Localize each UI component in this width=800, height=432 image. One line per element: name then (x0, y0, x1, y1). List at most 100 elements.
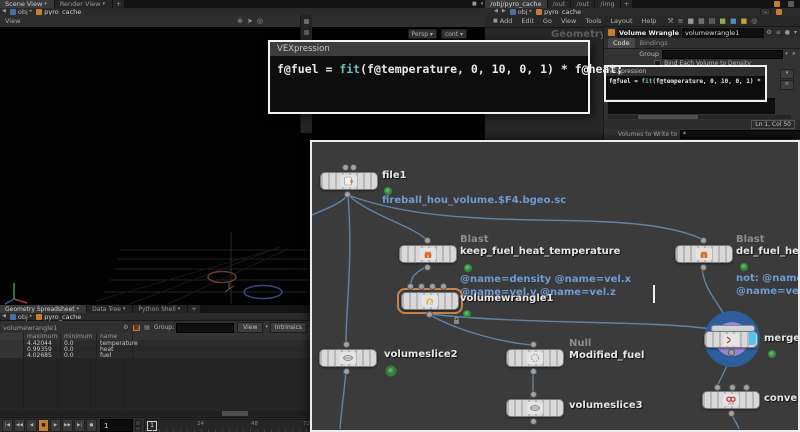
node-input-dot[interactable] (350, 164, 357, 171)
group-input[interactable] (662, 50, 783, 59)
node-file1[interactable] (320, 172, 378, 190)
node-modified-fuel[interactable] (506, 349, 564, 367)
tools-icon[interactable]: ⚒ (667, 18, 673, 25)
prims-mode-icon[interactable]: ▦ (133, 325, 141, 331)
timeline-ruler[interactable]: 1 24 48 72 (144, 419, 309, 432)
table-row[interactable]: 4.02685 0.0 fuel (0, 352, 310, 358)
network-editor-callout[interactable]: file1 fireball_hou_volume.$F4.bgeo.sc Bl… (310, 140, 800, 432)
persp-menu[interactable]: Persp ▾ (408, 29, 437, 39)
prev-frame-button[interactable]: ◀ (26, 419, 37, 432)
gear-icon[interactable]: ⚙ (766, 30, 771, 36)
pick-arrow-icon[interactable]: ➤ (792, 52, 796, 57)
node-info-badge[interactable] (740, 263, 748, 271)
merge-bypass-flag[interactable] (749, 332, 756, 345)
volumes-input[interactable]: * (680, 130, 800, 139)
stop-button[interactable]: ■ (38, 419, 49, 432)
node-blast-keep[interactable] (399, 245, 457, 263)
menu-help[interactable]: Help (642, 17, 657, 25)
tab-python-shell[interactable]: Python Shell▾ (133, 305, 188, 313)
col-minimum[interactable]: minimum (61, 333, 97, 340)
node-convert[interactable]: VDB (702, 391, 760, 409)
node-output-dot[interactable] (530, 368, 537, 375)
list-icon[interactable]: ≡ (678, 18, 684, 25)
tab-bindings[interactable]: Bindings (635, 38, 673, 48)
chevron-down-icon[interactable]: ▾ (44, 2, 47, 7)
vexpression-editor[interactable]: f@fuel = fit(f@temperature, 0, 10, 0, 1)… (606, 76, 765, 99)
tab-img[interactable]: /img (595, 0, 620, 8)
snap-tool-icon[interactable]: ◎ (257, 18, 263, 25)
new-tab-button[interactable]: + (113, 0, 125, 8)
node-blast-del[interactable] (675, 245, 733, 263)
group-filter-input[interactable] (176, 323, 234, 333)
col-maximum[interactable]: maximum (24, 333, 61, 340)
view-dropdown[interactable]: View (237, 322, 263, 333)
menu-edit[interactable]: Edit (521, 17, 534, 25)
move-tool-icon[interactable]: ⊕ (237, 18, 243, 25)
node-input-dot[interactable] (530, 341, 537, 348)
editor-expand-icon[interactable]: ▾ (780, 69, 794, 79)
node-output-dot[interactable] (728, 349, 735, 356)
color-swatch2-icon[interactable]: ■ (730, 18, 737, 25)
table-hscrollbar[interactable] (0, 411, 310, 416)
node-output-dot[interactable] (700, 264, 707, 271)
node-output-dot[interactable] (530, 418, 537, 425)
chevron-down-icon[interactable]: ▾ (794, 30, 797, 36)
search-icon[interactable]: ◎ (751, 18, 757, 25)
pin-icon[interactable]: ● (785, 30, 790, 36)
node-input-dot[interactable] (342, 164, 349, 171)
window-layout-icon[interactable] (774, 1, 780, 7)
node-output-dot[interactable] (728, 410, 735, 417)
list-icon[interactable]: ≡ (776, 30, 781, 36)
cont-menu[interactable]: cont ▾ (441, 29, 467, 39)
color-swatch-icon[interactable]: ■ (719, 18, 726, 25)
node-output-dot[interactable] (426, 311, 433, 318)
pane-icon[interactable]: ■ (493, 19, 498, 24)
node-info-badge[interactable] (463, 310, 471, 318)
node-input-dot[interactable] (700, 237, 707, 244)
popup-code-line[interactable]: f@fuel = fit(f@temperature, 0, 10, 0, 1)… (270, 56, 588, 76)
node-input-dot[interactable] (440, 283, 447, 290)
node-input-dot[interactable] (714, 384, 721, 391)
node-input-dot[interactable] (743, 384, 750, 391)
back-icon[interactable]: ◀ (2, 9, 6, 14)
tab-data-tree[interactable]: Data Tree▾ (87, 305, 133, 313)
forward-icon[interactable]: ▶ (502, 9, 506, 14)
back-icon[interactable]: ◀ (494, 9, 498, 14)
node-input-dot[interactable] (429, 283, 436, 290)
node-input-dot[interactable] (530, 391, 537, 398)
next-keyframe-button[interactable]: ▶▶ (62, 419, 73, 432)
col-name[interactable]: name (97, 333, 133, 340)
node-input-dot[interactable] (407, 283, 414, 290)
new-tab-button[interactable]: + (621, 0, 633, 8)
select-tool-icon[interactable]: ➤ (247, 18, 253, 25)
editor-hscrollbar[interactable] (608, 115, 791, 119)
menu-tools[interactable]: Tools (585, 17, 601, 25)
chevron-down-icon[interactable]: ▾ (481, 2, 484, 7)
chevron-down-icon[interactable]: ▾ (102, 2, 105, 7)
viewport-view-menu[interactable]: View (5, 17, 20, 25)
breadcrumb-node[interactable]: pyro_cache (44, 313, 81, 321)
node-volumeslice2[interactable] (319, 349, 377, 367)
node-volumeslice3[interactable] (506, 399, 564, 417)
tab-code[interactable]: Code (608, 38, 635, 48)
spreadsheet-table[interactable]: maximum minimum name 4.42044 0.0 tempera… (0, 333, 310, 411)
node-input-dot[interactable] (729, 384, 736, 391)
node-info-badge[interactable] (384, 187, 392, 195)
node-info-badge[interactable] (768, 350, 776, 358)
node-output-dot[interactable] (424, 264, 431, 271)
detail-mode-icon[interactable]: ▤ (144, 325, 150, 331)
color-swatch3-icon[interactable]: ■ (741, 18, 748, 25)
menu-layout[interactable]: Layout (610, 17, 632, 25)
current-frame-field[interactable]: 1 (100, 419, 133, 432)
play-button[interactable]: ▶ (50, 419, 61, 432)
node-input-dot[interactable] (424, 237, 431, 244)
node-info-badge[interactable] (464, 264, 472, 272)
node-output-dot[interactable] (343, 368, 350, 375)
prev-keyframe-button[interactable]: ◀◀ (14, 419, 25, 432)
menu-add[interactable]: Add (500, 17, 513, 25)
frame-spinner[interactable] (135, 420, 141, 431)
intrinsics-button[interactable]: Intrinsics (270, 322, 307, 333)
node-input-dot[interactable] (418, 283, 425, 290)
grid2-icon[interactable]: ▤ (709, 18, 716, 25)
menu-view[interactable]: View (561, 17, 576, 25)
